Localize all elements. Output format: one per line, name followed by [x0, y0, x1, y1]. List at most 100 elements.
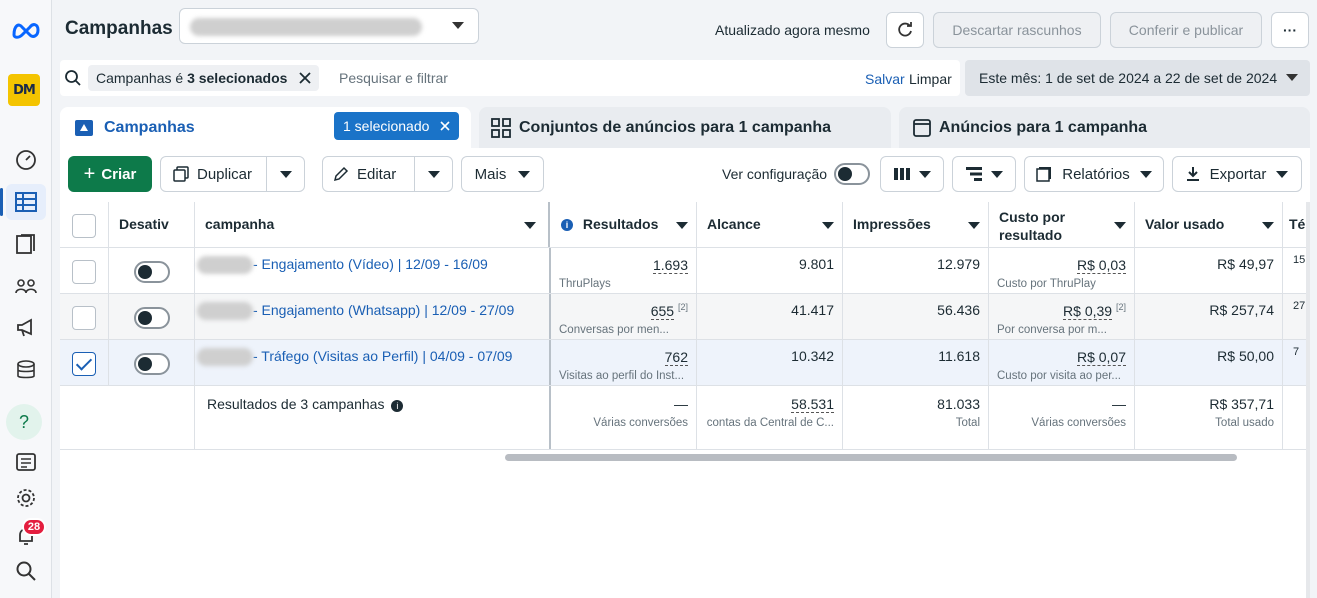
- sort-icon[interactable]: [676, 222, 688, 229]
- grid-icon: [491, 118, 511, 138]
- totals-impressions-value: 81.033: [937, 396, 980, 412]
- table-row[interactable]: - Engajamento (Whatsapp) | 12/09 - 27/09…: [60, 294, 1310, 340]
- meta-logo-icon[interactable]: [6, 12, 46, 48]
- refresh-button[interactable]: [886, 12, 924, 48]
- megaphone-icon[interactable]: [6, 310, 46, 346]
- settings-gear-icon[interactable]: [6, 480, 46, 516]
- select-all-checkbox[interactable]: [72, 214, 96, 238]
- search-icon[interactable]: [6, 553, 46, 589]
- row-checkbox[interactable]: [72, 352, 96, 376]
- info-icon[interactable]: i: [391, 400, 404, 412]
- totals-spent: R$ 357,71 Total usado: [1135, 386, 1283, 449]
- dashboard-gauge-icon[interactable]: [6, 142, 46, 178]
- search-input[interactable]: Pesquisar e filtrar: [339, 70, 448, 86]
- table-row[interactable]: - Engajamento (Vídeo) | 12/09 - 16/09 1.…: [60, 248, 1310, 294]
- campaign-name-link[interactable]: - Engajamento (Vídeo) | 12/09 - 16/09: [253, 256, 488, 272]
- campaign-name-link[interactable]: - Tráfego (Visitas ao Perfil) | 04/09 - …: [253, 348, 512, 364]
- reach-value: 41.417: [697, 294, 843, 339]
- reports-button[interactable]: Relatórios: [1024, 156, 1164, 192]
- create-label: Criar: [101, 165, 137, 183]
- campaign-toggle[interactable]: [134, 261, 170, 283]
- close-icon[interactable]: [299, 72, 312, 84]
- campaign-name-link[interactable]: - Engajamento (Whatsapp) | 12/09 - 27/09: [253, 302, 514, 318]
- duplicate-label: Duplicar: [197, 165, 253, 183]
- col-header-cost[interactable]: Custo por resultado: [989, 202, 1135, 247]
- export-button[interactable]: Exportar: [1172, 156, 1302, 192]
- cost-value[interactable]: R$ 0,03: [1076, 256, 1126, 274]
- col-header-reach[interactable]: Alcance: [697, 202, 843, 247]
- account-selector[interactable]: [179, 8, 479, 44]
- date-range-picker[interactable]: Este mês: 1 de set de 2024 a 22 de set d…: [965, 60, 1310, 96]
- account-logo[interactable]: DM: [8, 74, 40, 106]
- pages-icon[interactable]: [6, 226, 46, 262]
- discard-drafts-button[interactable]: Descartar rascunhos: [933, 12, 1101, 48]
- campaigns-panel: + Criar Duplicar Editar Mais Ver configu…: [60, 148, 1310, 598]
- totals-label: Resultados de 3 campanhas: [207, 396, 385, 412]
- duplicate-dropdown[interactable]: [266, 157, 304, 191]
- col-header-impressions-label: Impressões: [853, 216, 931, 232]
- sort-icon[interactable]: [968, 222, 980, 229]
- results-value[interactable]: 655: [650, 302, 675, 320]
- toggle-switch[interactable]: [834, 163, 870, 185]
- selected-count-pill[interactable]: 1 selecionado: [334, 112, 459, 140]
- results-sub: ThruPlays: [559, 277, 611, 290]
- totals-spent-value: R$ 357,71: [1209, 396, 1274, 412]
- sort-icon[interactable]: [524, 222, 536, 229]
- breakdown-button[interactable]: [952, 156, 1016, 192]
- cost-cell: R$ 0,07 Custo por visita ao per...: [989, 340, 1135, 385]
- select-all-cell: [60, 202, 109, 247]
- edit-button[interactable]: Editar: [322, 156, 453, 192]
- create-button[interactable]: + Criar: [68, 156, 152, 192]
- cost-value[interactable]: R$ 0,07: [1076, 348, 1126, 366]
- col-header-results-label: Resultados: [582, 216, 659, 232]
- col-header-off[interactable]: Desativ: [109, 202, 195, 247]
- horizontal-scrollbar[interactable]: [505, 454, 1237, 461]
- totals-spent-sub: Total usado: [1215, 417, 1274, 429]
- row-checkbox[interactable]: [72, 260, 96, 284]
- col-header-campaign[interactable]: campanha: [195, 202, 550, 247]
- sort-icon[interactable]: [1114, 222, 1126, 229]
- chevron-down-icon: [518, 170, 531, 178]
- info-icon[interactable]: i: [561, 219, 573, 231]
- campaign-toggle[interactable]: [134, 353, 170, 375]
- filter-chip-value: 3 selecionados: [187, 70, 288, 86]
- row-select-cell: [60, 340, 109, 385]
- col-header-results[interactable]: i Resultados: [551, 202, 697, 247]
- billing-coins-icon[interactable]: [6, 352, 46, 388]
- results-value[interactable]: 762: [664, 348, 688, 366]
- row-select-cell: [60, 248, 109, 293]
- search-filter-bar[interactable]: Campanhas é 3 selecionados Pesquisar e f…: [60, 60, 960, 96]
- view-config-toggle[interactable]: [834, 163, 870, 188]
- cost-value[interactable]: R$ 0,39: [1063, 302, 1113, 320]
- tab-adsets[interactable]: Conjuntos de anúncios para 1 campanha: [479, 107, 891, 149]
- review-publish-button[interactable]: Conferir e publicar: [1110, 12, 1262, 48]
- filter-chip[interactable]: Campanhas é 3 selecionados: [88, 65, 320, 91]
- sort-icon[interactable]: [1262, 222, 1274, 229]
- audiences-icon[interactable]: [6, 268, 46, 304]
- vertical-scrollbar[interactable]: [1306, 202, 1310, 598]
- results-value[interactable]: 1.693: [652, 256, 688, 274]
- help-icon[interactable]: ?: [6, 404, 42, 440]
- table-row[interactable]: - Tráfego (Visitas ao Perfil) | 04/09 - …: [60, 340, 1310, 386]
- close-icon[interactable]: [440, 121, 450, 131]
- col-header-impressions[interactable]: Impressões: [843, 202, 989, 247]
- columns-button[interactable]: [880, 156, 944, 192]
- campaign-name-redacted: [197, 348, 253, 367]
- sort-icon[interactable]: [822, 222, 834, 229]
- row-checkbox[interactable]: [72, 306, 96, 330]
- totals-reach-value[interactable]: 58.531: [791, 396, 834, 413]
- campaign-toggle[interactable]: [134, 307, 170, 329]
- col-header-spent[interactable]: Valor usado: [1135, 202, 1283, 247]
- more-actions-button[interactable]: Mais: [461, 156, 544, 192]
- news-icon[interactable]: [6, 444, 46, 480]
- campaigns-table-icon[interactable]: [0, 184, 46, 220]
- date-range-label: Este mês: 1 de set de 2024 a 22 de set d…: [979, 70, 1278, 86]
- save-filter-link[interactable]: Salvar: [865, 71, 905, 87]
- edit-dropdown[interactable]: [414, 157, 452, 191]
- tab-ads[interactable]: Anúncios para 1 campanha: [899, 107, 1310, 149]
- clear-filter-link[interactable]: Limpar: [909, 71, 952, 87]
- cost-cell: R$ 0,39 [2] Por conversa por m...: [989, 294, 1135, 339]
- campaign-name-redacted: [197, 302, 253, 321]
- duplicate-button[interactable]: Duplicar: [160, 156, 305, 192]
- more-options-button[interactable]: ···: [1271, 12, 1309, 48]
